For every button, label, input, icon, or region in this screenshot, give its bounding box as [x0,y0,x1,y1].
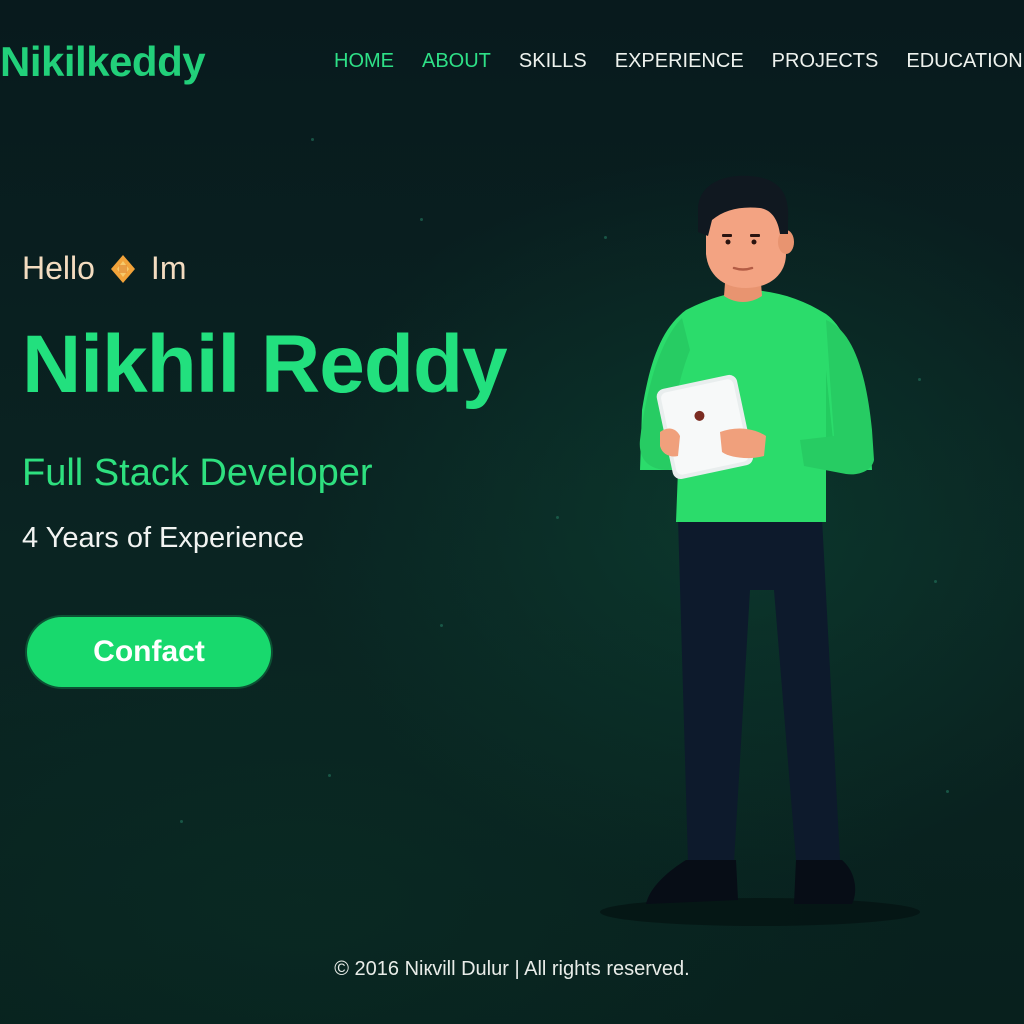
nav-education[interactable]: EDUCATION [906,50,1022,73]
contact-button[interactable]: Confact [27,617,271,687]
developer-illustration [600,175,920,926]
nav-skills[interactable]: SKILLS [519,50,587,73]
nav-home[interactable]: HOME [334,50,394,73]
main-nav: HOME ABOUT SKILLS EXPERIENCE PROJECTS ED… [334,50,1024,73]
hero-name: Nikhil Reddy [22,319,508,410]
nav-projects[interactable]: PROJECTS [772,50,879,73]
nav-experience[interactable]: EXPERIENCE [615,50,744,73]
site-logo[interactable]: Nikilkeddy [0,38,206,86]
hero-experience: 4 Years of Experience [22,522,305,554]
nav-about[interactable]: ABOUT [422,50,491,73]
greeting-im: Im [150,250,187,286]
greeting-hello: Hello [22,250,95,286]
hero-role: Full Stack Developer [22,452,373,494]
hero-greeting: Hello Im [22,250,186,287]
sparkle-icon [110,254,135,283]
footer-copyright: © 2016 Niкvill Dulur | All rights reserv… [334,958,690,980]
